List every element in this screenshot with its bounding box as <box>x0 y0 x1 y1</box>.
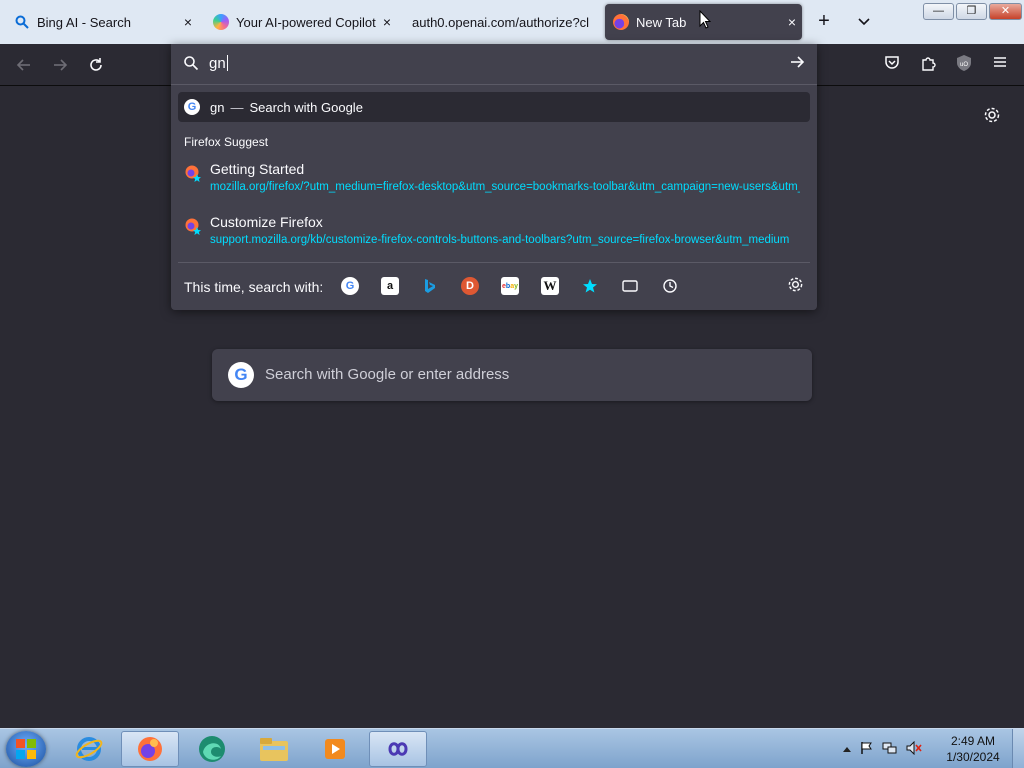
suggestion-title: Customize Firefox <box>210 214 323 230</box>
close-window-button[interactable]: ✕ <box>989 3 1022 20</box>
list-all-tabs-button[interactable] <box>852 10 876 34</box>
suggestion-customize-firefox[interactable]: Customize Firefox support.mozilla.org/kb… <box>184 214 804 250</box>
start-button[interactable] <box>6 731 46 767</box>
back-button[interactable] <box>12 53 36 77</box>
maximize-button[interactable]: ❐ <box>956 3 987 20</box>
system-tray <box>842 729 922 768</box>
suggestion-title: Getting Started <box>210 161 305 177</box>
volume-muted-icon[interactable] <box>906 740 922 758</box>
tab-strip: Bing AI - Search × Your AI-powered Copil… <box>0 0 1024 44</box>
firefox-taskbar-icon[interactable] <box>121 731 179 767</box>
extensions-icon[interactable] <box>918 54 938 74</box>
history-icon[interactable] <box>661 277 679 295</box>
divider <box>178 262 810 263</box>
text-caret <box>226 55 228 71</box>
reload-button[interactable] <box>84 53 108 77</box>
network-icon[interactable] <box>882 741 898 758</box>
duckduckgo-icon[interactable]: D <box>461 277 479 295</box>
media-player-icon[interactable] <box>306 731 364 767</box>
infinity-app-icon[interactable] <box>369 731 427 767</box>
close-tab-icon[interactable]: × <box>377 14 397 30</box>
tab-title: Your AI-powered Copilot fo <box>236 14 377 30</box>
search-icon <box>183 55 199 76</box>
urlbar-input-row[interactable]: gn <box>171 44 817 84</box>
newtab-settings-gear-icon[interactable] <box>983 106 1001 129</box>
edge-beta-icon[interactable] <box>183 731 241 767</box>
amazon-icon[interactable]: a <box>381 277 399 295</box>
tab-bing-ai[interactable]: Bing AI - Search × <box>8 4 198 40</box>
newtab-search-box[interactable]: G Search with Google or enter address <box>212 349 812 401</box>
urlbar-input[interactable]: gn <box>209 55 228 72</box>
go-arrow-icon[interactable] <box>789 54 805 75</box>
pocket-icon[interactable] <box>882 54 902 74</box>
divider <box>171 84 817 85</box>
search-with-google-row[interactable]: G gn — Search with Google <box>178 92 810 122</box>
clock-date: 1/30/2024 <box>946 750 1000 764</box>
one-off-search-bar: This time, search with: G a D ebay W <box>184 276 804 298</box>
forward-button[interactable] <box>48 53 72 77</box>
minimize-button[interactable]: — <box>923 3 954 20</box>
bing-icon[interactable] <box>421 277 439 295</box>
wikipedia-icon[interactable]: W <box>541 277 559 295</box>
window-controls: — ❐ ✕ <box>923 3 1022 20</box>
windows-taskbar: 2:49 AM 1/30/2024 <box>0 728 1024 768</box>
suggestion-url: mozilla.org/firefox/?utm_medium=firefox-… <box>210 181 800 193</box>
tab-title: auth0.openai.com/authorize?cl <box>412 14 590 30</box>
mouse-cursor-icon <box>699 9 712 35</box>
search-action-label: Search with Google <box>249 99 363 115</box>
suggestion-url: support.mozilla.org/kb/customize-firefox… <box>210 234 790 246</box>
tab-auth0[interactable]: auth0.openai.com/authorize?cl <box>406 4 596 40</box>
tray-overflow-arrow-icon[interactable] <box>842 742 852 756</box>
search-with-label: This time, search with: <box>184 279 324 295</box>
internet-explorer-icon[interactable] <box>60 731 118 767</box>
tab-title: Bing AI - Search <box>37 14 131 30</box>
file-explorer-icon[interactable] <box>245 731 303 767</box>
clock-time: 2:49 AM <box>950 734 996 748</box>
app-menu-icon[interactable] <box>990 54 1010 74</box>
google-icon[interactable]: G <box>341 277 359 295</box>
firefox-bookmark-icon <box>184 164 202 187</box>
svg-text:uO: uO <box>960 62 968 68</box>
show-desktop-button[interactable] <box>1012 729 1024 768</box>
tab-copilot[interactable]: Your AI-powered Copilot fo × <box>207 4 397 40</box>
windows-logo-icon <box>16 739 36 759</box>
system-clock[interactable]: 2:49 AM 1/30/2024 <box>940 733 1006 765</box>
copilot-icon <box>213 14 229 30</box>
suggestion-getting-started[interactable]: Getting Started mozilla.org/firefox/?utm… <box>184 161 804 197</box>
ublock-origin-icon[interactable]: uO <box>954 54 974 74</box>
newtab-search-placeholder: Search with Google or enter address <box>265 366 510 383</box>
bookmarks-icon[interactable] <box>581 277 599 295</box>
google-icon: G <box>228 362 254 388</box>
firefox-icon <box>613 14 629 30</box>
search-query: gn <box>210 99 225 115</box>
search-icon <box>14 14 30 30</box>
action-center-flag-icon[interactable] <box>860 741 874 758</box>
urlbar-panel: gn G gn — Search with Google Firefox Sug… <box>171 44 817 310</box>
tabs-icon[interactable] <box>621 277 639 295</box>
firefox-bookmark-icon <box>184 217 202 240</box>
urlbar-query-text: gn <box>209 55 226 72</box>
close-tab-icon[interactable]: × <box>178 14 198 30</box>
separator-dash: — <box>230 99 244 115</box>
new-tab-button[interactable]: + <box>812 10 836 34</box>
firefox-suggest-label: Firefox Suggest <box>184 135 269 149</box>
google-icon: G <box>184 99 200 115</box>
close-tab-icon[interactable]: × <box>782 14 802 30</box>
ebay-icon[interactable]: ebay <box>501 277 519 295</box>
search-settings-gear-icon[interactable] <box>787 276 804 298</box>
